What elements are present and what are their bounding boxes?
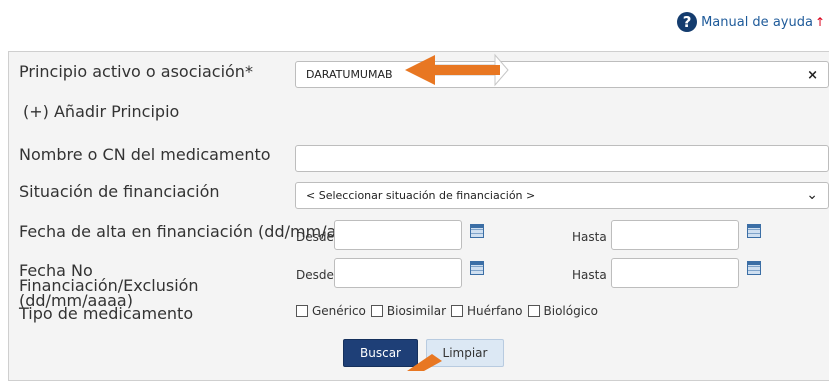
checkbox-generico[interactable]: Genérico bbox=[296, 304, 366, 318]
clear-icon[interactable]: × bbox=[807, 68, 818, 83]
chevron-down-icon: ⌄ bbox=[806, 187, 818, 203]
checkbox-box[interactable] bbox=[527, 305, 540, 317]
situacion-label: Situación de financiación bbox=[19, 182, 220, 201]
annotation-arrow-icon bbox=[405, 53, 509, 87]
situacion-selected-value: < Seleccionar situación de financiación … bbox=[306, 189, 536, 202]
checkbox-label: Genérico bbox=[312, 304, 366, 318]
help-area[interactable]: ? Manual de ayuda ↑ bbox=[677, 12, 825, 32]
calendar-icon[interactable] bbox=[470, 224, 484, 238]
nombre-label: Nombre o CN del medicamento bbox=[19, 145, 271, 164]
principio-value: DARATUMUMAB bbox=[306, 68, 393, 81]
calendar-icon[interactable] bbox=[747, 261, 761, 275]
fecha-no-desde-input[interactable] bbox=[334, 258, 462, 288]
add-principio-link[interactable]: (+) Añadir Principio bbox=[23, 104, 179, 120]
fecha-no-hasta-label: Hasta bbox=[572, 268, 607, 282]
help-mark-icon: ↑ bbox=[814, 15, 825, 29]
checkbox-box[interactable] bbox=[370, 305, 383, 317]
fecha-alta-desde-input[interactable] bbox=[334, 220, 462, 250]
checkbox-box[interactable] bbox=[451, 305, 464, 317]
principio-label: Principio activo o asociación* bbox=[19, 62, 253, 81]
calendar-icon[interactable] bbox=[747, 224, 761, 238]
tipo-checkboxes: Genérico Biosimilar Huérfano Biológico bbox=[296, 304, 603, 318]
fecha-alta-desde-label: Desde bbox=[296, 230, 334, 244]
search-form-panel: Principio activo o asociación* DARATUMUM… bbox=[8, 51, 829, 381]
checkbox-huerfano[interactable]: Huérfano bbox=[451, 304, 523, 318]
checkbox-biologico[interactable]: Biológico bbox=[527, 304, 598, 318]
tipo-label: Tipo de medicamento bbox=[19, 304, 194, 323]
fecha-no-hasta-input[interactable] bbox=[611, 258, 739, 288]
help-manual-link[interactable]: Manual de ayuda bbox=[701, 15, 813, 30]
situacion-select[interactable]: < Seleccionar situación de financiación … bbox=[295, 182, 829, 209]
checkbox-box[interactable] bbox=[296, 305, 308, 317]
checkbox-label: Biológico bbox=[543, 304, 598, 318]
fecha-no-desde-label: Desde bbox=[296, 268, 334, 282]
fecha-alta-hasta-label: Hasta bbox=[572, 230, 607, 244]
calendar-icon[interactable] bbox=[470, 261, 484, 275]
help-question-icon[interactable]: ? bbox=[677, 12, 698, 32]
fecha-alta-hasta-input[interactable] bbox=[611, 220, 739, 250]
fecha-no-label: Fecha No Financiación/Exclusión (dd/mm/a… bbox=[19, 261, 199, 310]
checkbox-label: Biosimilar bbox=[386, 304, 447, 318]
annotation-arrow-icon bbox=[407, 354, 442, 371]
checkbox-biosimilar[interactable]: Biosimilar bbox=[370, 304, 447, 318]
principio-input[interactable]: DARATUMUMAB × bbox=[295, 61, 829, 88]
nombre-input[interactable] bbox=[295, 145, 829, 172]
checkbox-label: Huérfano bbox=[467, 304, 523, 318]
